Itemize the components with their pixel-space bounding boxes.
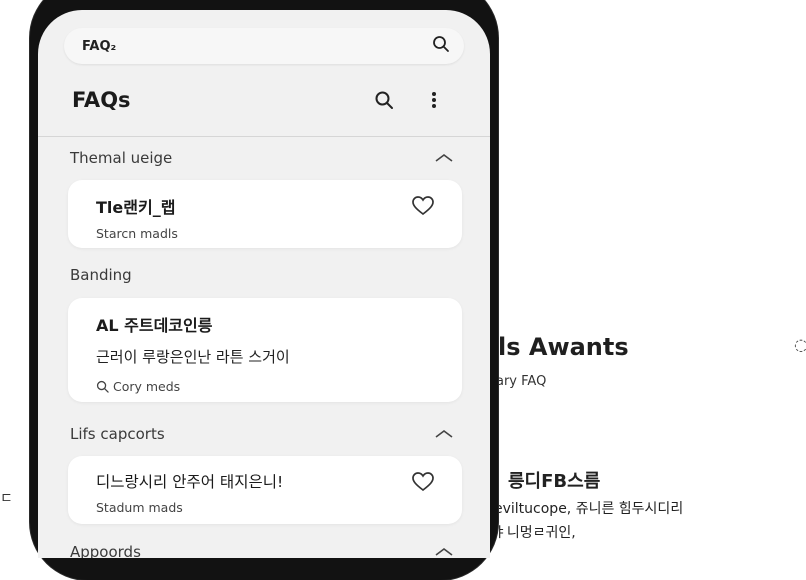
heart-icon[interactable]: [412, 196, 434, 216]
more-vertical-icon: [432, 92, 436, 108]
chevron-up-icon[interactable]: [434, 428, 454, 440]
section-label: Themal ueige: [70, 149, 173, 167]
faq-card[interactable]: Tle랜키_랩 Starcn madls: [68, 180, 462, 248]
header-divider: [38, 136, 490, 137]
search-icon: [96, 380, 109, 393]
header-search-button[interactable]: [366, 82, 402, 118]
faq-card-text: 근러이 루랑은인난 라튼 스거이: [96, 348, 290, 366]
faq-card[interactable]: AL 주트데코인릉 근러이 루랑은인난 라튼 스거이 Cory meds: [68, 298, 462, 402]
section-header: Banding: [70, 263, 454, 287]
section-label: Banding: [70, 266, 132, 284]
section-header[interactable]: Themal ueige: [70, 146, 454, 170]
background-heading: 릉디FB스름: [508, 471, 601, 492]
chevron-up-icon[interactable]: [434, 546, 454, 558]
section-header[interactable]: Appoords: [70, 540, 454, 558]
faq-card-subtitle: Starcn madls: [96, 226, 178, 241]
background-edge-glyph: ◌: [794, 335, 806, 354]
background-body-text: eviltucope, 쥬니른 힘두시디리 ㅑ니멍ㄹ귀인,: [494, 497, 806, 545]
faq-card-subtitle: Cory meds: [113, 379, 181, 394]
background-body-line: ㅑ니멍ㄹ귀인,: [494, 525, 576, 541]
search-bar-text: FAQ₂: [82, 38, 117, 54]
search-icon[interactable]: [432, 35, 450, 57]
section-label: Appoords: [70, 543, 141, 558]
faq-card-title: 디느랑시리 안주어 태지은니!: [96, 473, 284, 491]
background-subtitle: ary FAQ: [496, 374, 547, 389]
faq-card[interactable]: 디느랑시리 안주어 태지은니! Stadum mads: [68, 456, 462, 524]
chevron-up-icon[interactable]: [434, 152, 454, 164]
background-left-glyph: ㄷ: [0, 491, 13, 507]
faq-card-subtitle-row: Cory meds: [96, 379, 462, 394]
faq-card-title: AL 주트데코인릉: [96, 316, 213, 335]
search-bar[interactable]: FAQ₂: [64, 28, 464, 64]
heart-icon[interactable]: [412, 472, 434, 492]
search-icon: [375, 91, 393, 109]
faq-card-subtitle: Stadum mads: [96, 500, 183, 515]
background-body-line: eviltucope, 쥬니른 힘두시디리: [494, 501, 684, 517]
background-title: ls Awants: [498, 333, 629, 361]
app-header: FAQs: [72, 82, 452, 118]
faq-screen: FAQ₂ FAQs Themal ueige Tle랜키_랩 Starcn ma…: [38, 10, 490, 558]
section-header[interactable]: Lifs capcorts: [70, 422, 454, 446]
faq-card-title: Tle랜키_랩: [96, 198, 176, 217]
page-title: FAQs: [72, 88, 131, 112]
more-options-button[interactable]: [416, 82, 452, 118]
section-label: Lifs capcorts: [70, 425, 165, 443]
